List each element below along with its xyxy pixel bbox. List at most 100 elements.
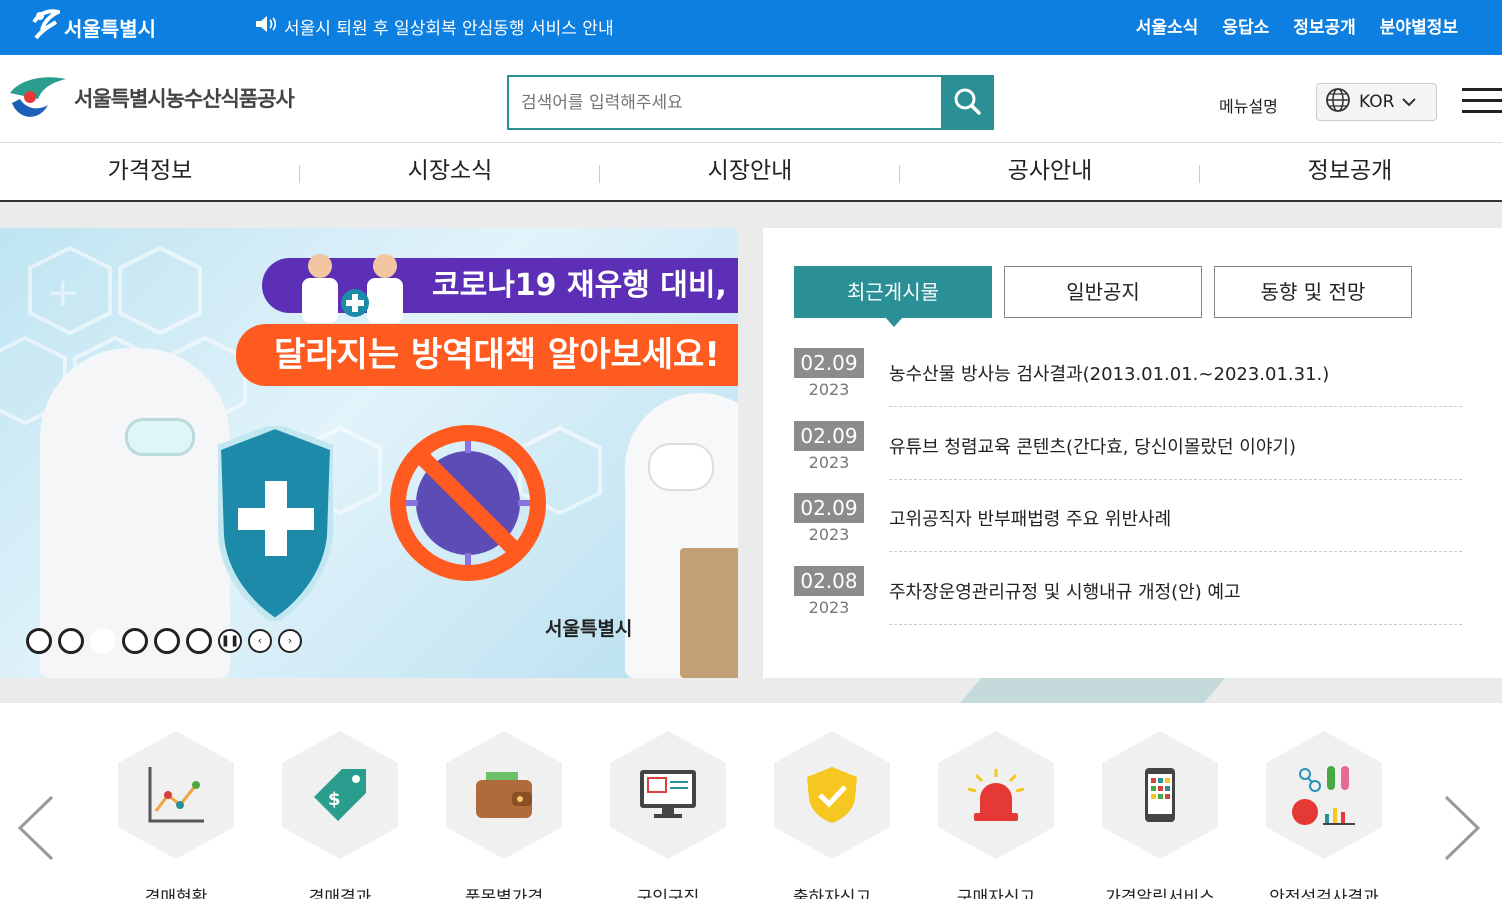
divider — [889, 551, 1462, 552]
service-label: 품목별가격 — [464, 888, 544, 899]
globe-icon — [1325, 87, 1351, 118]
tab-recent-posts[interactable]: 최근게시물 — [794, 266, 992, 327]
link-eungdapso[interactable]: 응답소 — [1222, 13, 1269, 38]
mask-icon — [648, 443, 714, 491]
list-item[interactable]: 02.08 2023 주차장운영관리규정 및 시행내규 개정(안) 예고 — [794, 565, 1462, 639]
top-bar: 서울특별시 서울시 퇴원 후 일상회복 안심동행 서비스 안내 서울소식 응답소… — [0, 0, 1502, 55]
slider-controls: ❚❚ ‹ › — [26, 628, 302, 654]
service-label: 출하자신고 — [792, 888, 872, 899]
seoul-emblem-icon — [30, 8, 64, 47]
list-item[interactable]: 02.09 2023 유튜브 청렴교육 콘텐츠(간다효, 당신이몰랐던 이야기) — [794, 420, 1462, 494]
notice-board: 최근게시물 일반공지 동향 및 전망 02.09 2023 농수산물 방사능 검… — [763, 228, 1502, 678]
slide-dot-4[interactable] — [122, 628, 148, 654]
line-chart-icon — [118, 731, 234, 859]
nav-corporation-guide[interactable]: 공사안내 — [900, 143, 1200, 200]
service-label: 경매결과 — [308, 888, 372, 899]
quick-services: 경매현황 $ 경매결과 품목별가격 구인구직 출하자신고 구매자신고 가격알림서… — [0, 703, 1502, 899]
post-title[interactable]: 주차장운영관리규정 및 시행내규 개정(안) 예고 — [889, 578, 1241, 604]
service-price-alert[interactable]: 가격알림서비스 — [1102, 731, 1218, 899]
service-label: 구인구직 — [636, 888, 700, 899]
search-icon — [953, 87, 981, 119]
post-list: 02.09 2023 농수산물 방사능 검사결과(2013.01.01.~202… — [794, 348, 1462, 638]
nav-market-news[interactable]: 시장소식 — [300, 143, 600, 200]
site-header: 서울특별시농수산식품공사 메뉴설명 KOR — [0, 55, 1502, 143]
language-label: KOR — [1359, 92, 1395, 112]
price-tag-icon: $ — [282, 731, 398, 859]
nav-info-disclosure[interactable]: 정보공개 — [1200, 143, 1500, 200]
org-name: 서울특별시농수산식품공사 — [74, 87, 295, 111]
link-seoul-news[interactable]: 서울소식 — [1136, 13, 1199, 38]
post-year: 2023 — [808, 452, 850, 472]
next-slide-icon[interactable]: › — [278, 629, 302, 653]
shield-icon — [214, 422, 337, 625]
menu-description-link[interactable]: 메뉴설명 — [1219, 93, 1278, 117]
doctor-illustration-icon — [280, 248, 410, 332]
prev-slide-icon[interactable]: ‹ — [248, 629, 272, 653]
post-title[interactable]: 고위공직자 반부패법령 주요 위반사례 — [889, 505, 1171, 531]
prev-arrow-icon[interactable] — [16, 795, 56, 876]
top-links: 서울소식 응답소 정보공개 분야별정보 — [1136, 13, 1458, 38]
post-month-day: 02.09 — [794, 348, 864, 378]
service-label: 가격알림서비스 — [1105, 888, 1215, 899]
banner-seoul-mark: 서울특별시 — [545, 618, 633, 640]
slide-dot-2[interactable] — [58, 628, 84, 654]
notice-ticker[interactable]: 서울시 퇴원 후 일상회복 안심동행 서비스 안내 — [254, 14, 614, 39]
slide-dot-3[interactable] — [90, 628, 116, 654]
chevron-down-icon — [1402, 92, 1417, 112]
service-list: 경매현황 $ 경매결과 품목별가격 구인구직 출하자신고 구매자신고 가격알림서… — [118, 731, 1382, 899]
svg-text:+: + — [46, 270, 80, 316]
service-safety-test-results[interactable]: 안전성검사결과 — [1266, 731, 1382, 899]
board-tabs: 최근게시물 일반공지 동향 및 전망 — [794, 266, 1412, 327]
goggles-icon — [125, 418, 195, 456]
post-year: 2023 — [808, 597, 850, 617]
nav-market-guide[interactable]: 시장안내 — [600, 143, 900, 200]
seoul-city-logo[interactable]: 서울특별시 — [30, 8, 156, 47]
service-auction-status[interactable]: 경매현황 — [118, 731, 234, 899]
notice-text: 서울시 퇴원 후 일상회복 안심동행 서비스 안내 — [284, 19, 614, 39]
shield-check-icon — [774, 731, 890, 859]
hamburger-menu-icon[interactable] — [1462, 88, 1502, 116]
service-shipper-report[interactable]: 출하자신고 — [774, 731, 890, 899]
list-item[interactable]: 02.09 2023 고위공직자 반부패법령 주요 위반사례 — [794, 493, 1462, 566]
link-info-disclosure[interactable]: 정보공개 — [1293, 13, 1356, 38]
smartphone-icon — [1102, 731, 1218, 859]
search-input[interactable] — [509, 77, 941, 128]
post-date: 02.09 2023 — [794, 420, 864, 472]
slide-dot-6[interactable] — [186, 628, 212, 654]
service-job-search[interactable]: 구인구직 — [610, 731, 726, 899]
speaker-icon — [254, 15, 278, 38]
service-auction-results[interactable]: $ 경매결과 — [282, 731, 398, 899]
nav-price-info[interactable]: 가격정보 — [0, 143, 300, 200]
service-label: 안전성검사결과 — [1269, 888, 1379, 899]
search-box — [507, 75, 994, 130]
service-item-prices[interactable]: 품목별가격 — [446, 731, 562, 899]
post-month-day: 02.08 — [794, 565, 864, 596]
post-title[interactable]: 농수산물 방사능 검사결과(2013.01.01.~2023.01.31.) — [889, 360, 1329, 386]
post-title[interactable]: 유튜브 청렴교육 콘텐츠(간다효, 당신이몰랐던 이야기) — [889, 433, 1296, 459]
list-item[interactable]: 02.09 2023 농수산물 방사능 검사결과(2013.01.01.~202… — [794, 348, 1462, 421]
svg-text:$: $ — [328, 789, 341, 810]
next-arrow-icon[interactable] — [1442, 795, 1482, 876]
siren-icon — [938, 731, 1054, 859]
clipboard-icon — [680, 548, 738, 678]
service-buyer-report[interactable]: 구매자신고 — [938, 731, 1054, 899]
divider — [889, 406, 1462, 407]
wallet-icon — [446, 731, 562, 859]
org-logo[interactable]: 서울특별시농수산식품공사 — [8, 75, 295, 121]
tab-general-notice[interactable]: 일반공지 — [1004, 266, 1202, 318]
language-select[interactable]: KOR — [1316, 83, 1437, 121]
slide-dot-1[interactable] — [26, 628, 52, 654]
promo-banner[interactable]: + + 코로나19 재유행 대비, 달라지는 방역대책 알아보세요! 서울특별시… — [0, 228, 738, 678]
link-field-info[interactable]: 분야별정보 — [1380, 13, 1458, 38]
post-date: 02.09 2023 — [794, 348, 864, 399]
slide-dot-5[interactable] — [154, 628, 180, 654]
post-date: 02.09 2023 — [794, 493, 864, 544]
main-nav: 가격정보 시장소식 시장안내 공사안내 정보공개 — [0, 143, 1502, 202]
tab-trends-outlook[interactable]: 동향 및 전망 — [1214, 266, 1412, 318]
divider — [889, 623, 1462, 625]
lab-test-icon — [1266, 731, 1382, 859]
pause-icon[interactable]: ❚❚ — [218, 629, 242, 653]
search-button[interactable] — [941, 77, 992, 128]
service-label: 구매자신고 — [956, 888, 1036, 899]
post-year: 2023 — [808, 525, 850, 544]
